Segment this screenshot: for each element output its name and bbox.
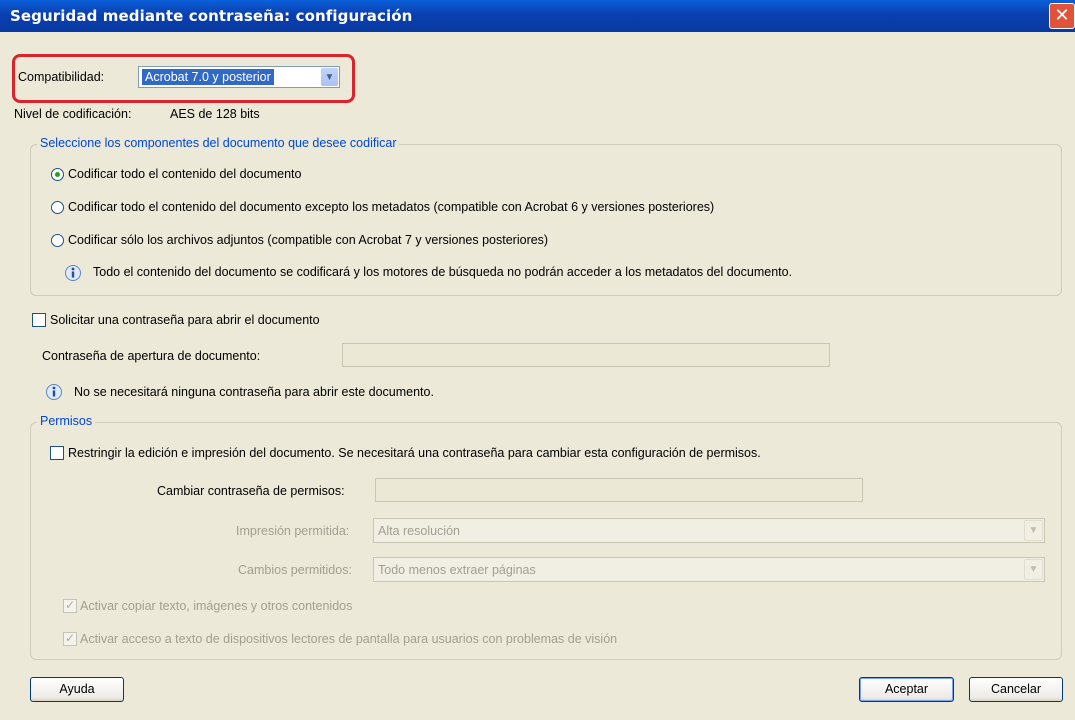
- window-title: Seguridad mediante contraseña: configura…: [10, 7, 413, 25]
- permissions-legend: Permisos: [37, 414, 96, 428]
- encryption-level-label: Nivel de codificación:: [14, 107, 132, 121]
- permissions-password-input[interactable]: [375, 478, 863, 502]
- components-legend: Seleccione los componentes del documento…: [37, 136, 400, 150]
- radio-encrypt-attachments-label: Codificar sólo los archivos adjuntos (co…: [68, 233, 549, 247]
- change-permissions-password-label: Cambiar contraseña de permisos:: [157, 484, 345, 498]
- title-bar: Seguridad mediante contraseña: configura…: [0, 0, 1075, 32]
- printing-allowed-label: Impresión permitida:: [236, 524, 350, 538]
- changes-allowed-value: Todo menos extraer páginas: [378, 563, 536, 577]
- compatibility-label: Compatibilidad:: [18, 70, 105, 84]
- cancel-button[interactable]: Cancelar: [969, 677, 1063, 702]
- radio-encrypt-except-metadata[interactable]: [51, 201, 64, 214]
- password-security-dialog: Seguridad mediante contraseña: configura…: [0, 0, 1075, 720]
- restrict-editing-label: Restringir la edición e impresión del do…: [68, 446, 761, 460]
- chevron-down-icon[interactable]: ▼: [1024, 559, 1043, 580]
- screen-reader-checkbox[interactable]: [63, 631, 77, 646]
- require-open-password-label: Solicitar una contraseña para abrir el d…: [50, 313, 320, 327]
- open-password-info-text: No se necesitará ninguna contraseña para…: [74, 385, 434, 399]
- open-password-input[interactable]: [342, 343, 830, 367]
- radio-encrypt-attachments[interactable]: [51, 234, 64, 247]
- compatibility-select[interactable]: Acrobat 7.0 y posterior ▼: [138, 66, 340, 88]
- printing-allowed-select[interactable]: Alta resolución ▼: [373, 518, 1045, 543]
- radio-encrypt-all-label: Codificar todo el contenido del document…: [68, 167, 302, 181]
- copy-content-label: Activar copiar texto, imágenes y otros c…: [80, 599, 353, 613]
- components-info-text: Todo el contenido del documento se codif…: [93, 265, 793, 279]
- copy-content-checkbox[interactable]: [63, 598, 77, 613]
- encryption-level-value: AES de 128 bits: [170, 107, 260, 121]
- restrict-editing-checkbox[interactable]: [50, 446, 64, 460]
- chevron-down-icon[interactable]: ▼: [1024, 520, 1043, 541]
- info-icon: [65, 265, 81, 281]
- ok-button[interactable]: Aceptar: [859, 677, 954, 702]
- compatibility-value: Acrobat 7.0 y posterior: [142, 69, 274, 85]
- printing-allowed-value: Alta resolución: [378, 524, 460, 538]
- radio-encrypt-except-metadata-label: Codificar todo el contenido del document…: [68, 200, 715, 214]
- changes-allowed-label: Cambios permitidos:: [238, 563, 352, 577]
- chevron-down-icon[interactable]: ▼: [321, 68, 338, 86]
- require-open-password-checkbox[interactable]: [32, 313, 46, 327]
- radio-encrypt-all[interactable]: [51, 168, 64, 181]
- open-password-label: Contraseña de apertura de documento:: [42, 349, 261, 363]
- screen-reader-label: Activar acceso a texto de dispositivos l…: [80, 632, 618, 646]
- close-icon: ✕: [1054, 5, 1070, 25]
- close-button[interactable]: ✕: [1049, 3, 1075, 29]
- info-icon: [46, 384, 62, 400]
- help-button[interactable]: Ayuda: [30, 677, 124, 702]
- changes-allowed-select[interactable]: Todo menos extraer páginas ▼: [373, 557, 1045, 582]
